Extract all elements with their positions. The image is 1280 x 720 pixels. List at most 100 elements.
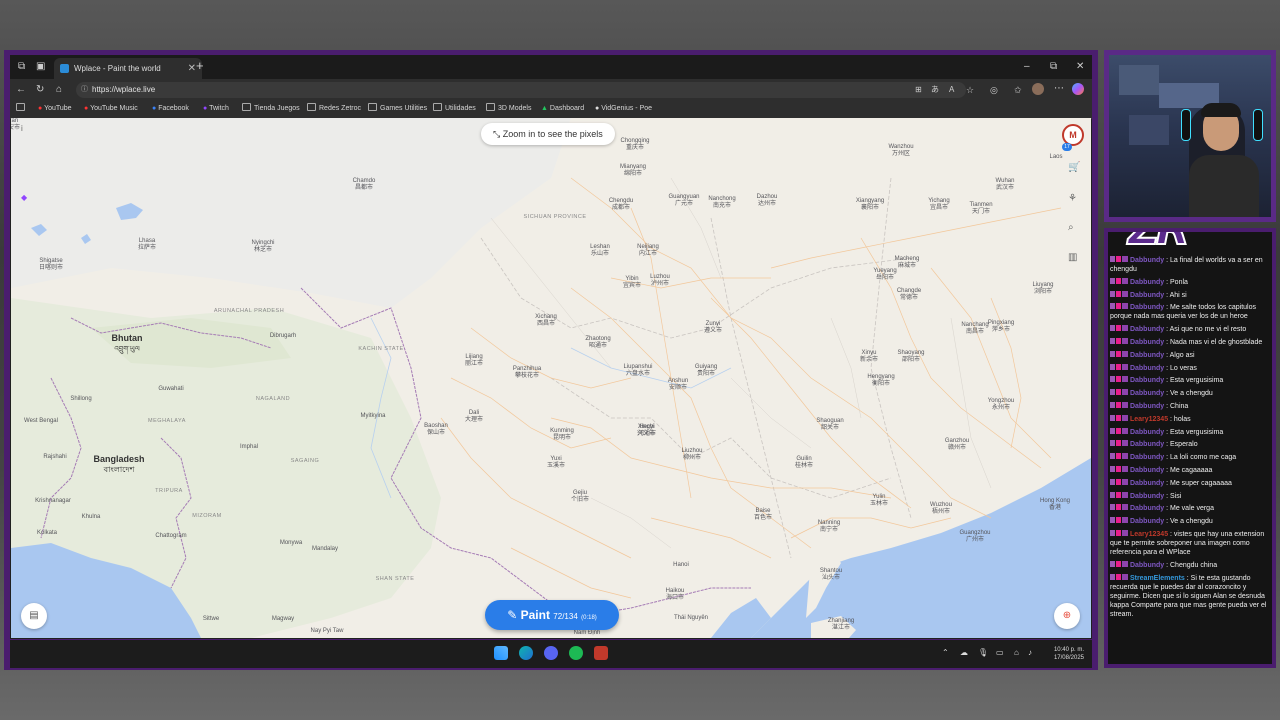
close-window-button[interactable]: ✕ (1076, 61, 1084, 73)
city-native-name: 绵阳市 (623, 171, 643, 177)
bookmark-folder-redes-zetroc[interactable]: Redes Zetroc (307, 103, 361, 115)
chat-username[interactable]: Dabbundy (1128, 493, 1164, 500)
extensions-icon[interactable]: ◎ (990, 84, 998, 96)
bookmark-twitch[interactable]: ● Twitch (203, 103, 229, 115)
profile-avatar[interactable] (1032, 83, 1044, 95)
chat-username[interactable]: Dabbundy (1128, 292, 1164, 299)
city-label: Xichang 西昌市 (535, 314, 557, 328)
city-label: Liupanshui 六盘水市 (623, 364, 652, 378)
bookmark-folder-3d-models[interactable]: 3D Models (486, 103, 531, 115)
clock[interactable]: 10:40 p. m. 17/08/2025 (1044, 646, 1084, 662)
chat-username[interactable]: Dabbundy (1128, 562, 1164, 569)
chat-username[interactable]: Dabbundy (1128, 257, 1164, 264)
workspaces-icon[interactable]: ⧉ (18, 61, 25, 73)
bookmark-folder-tienda-juegos[interactable]: Tienda Juegos (242, 103, 300, 115)
bookmarks-menu-icon[interactable] (16, 103, 28, 115)
display-icon[interactable]: ▭ (996, 649, 1004, 657)
chat-username[interactable]: Dabbundy (1128, 365, 1164, 372)
chat-username[interactable]: Dabbundy (1128, 390, 1164, 397)
tray-overflow-icon[interactable]: ⌃ (942, 649, 949, 657)
city-name: Zhanjiang (827, 618, 855, 624)
refresh-icon[interactable]: ↻ (36, 84, 44, 96)
app-available-icon[interactable]: ⊞ (915, 84, 922, 96)
tab-title: Wplace - Paint the world (74, 64, 161, 73)
city-name: Lijiang (465, 354, 483, 360)
read-aloud-icon[interactable]: A (949, 84, 954, 96)
chat-username[interactable]: Dabbundy (1128, 352, 1164, 359)
copilot-icon[interactable] (1072, 83, 1084, 95)
bookmark-youtube[interactable]: ● YouTube (38, 103, 72, 115)
chat-username[interactable]: Dabbundy (1128, 454, 1164, 461)
windows-start-icon[interactable] (494, 646, 508, 660)
bookmark-facebook[interactable]: ● Facebook (152, 103, 189, 115)
discord-icon[interactable] (544, 646, 558, 660)
search-location-icon[interactable]: ⌕ (1068, 222, 1074, 233)
city-name: Liupanshui (623, 364, 653, 370)
bookmark-dashboard[interactable]: ▲ Dashboard (541, 103, 584, 115)
url-input[interactable]: ⓘ https://wplace.live (76, 82, 966, 98)
chat-message: Dabbundy : Esta vergusisima (1110, 427, 1270, 437)
network-icon[interactable]: ⌂ (1014, 649, 1019, 657)
paint-button[interactable]: ✎ Paint 72/134 (0:18) (485, 600, 619, 630)
bookmark-folder-utilidades[interactable]: Utilidades (433, 103, 476, 115)
bookmark-vidgenius-poe[interactable]: ● VidGenius - Poe (595, 103, 652, 115)
bookmark-youtube-music[interactable]: ● YouTube Music (84, 103, 138, 115)
city-native-name: 个旧市 (570, 497, 590, 503)
new-tab-button[interactable]: + (196, 59, 204, 72)
chat-username[interactable]: Dabbundy (1128, 339, 1164, 346)
chat-message: Dabbundy : Lo veras (1110, 363, 1270, 373)
city-label: Yichang 宜昌市 (928, 198, 949, 212)
leaderboard-icon[interactable]: ▥ (1068, 252, 1077, 263)
streaming-app-icon[interactable] (594, 646, 608, 660)
map-layers-button[interactable]: ▤ (21, 603, 47, 629)
favorites-icon[interactable]: ✩ (1014, 84, 1022, 96)
translate-icon[interactable]: あ (931, 84, 939, 96)
volume-icon[interactable]: ♪ (1028, 649, 1032, 657)
city-label: Lhasa 拉萨市 (138, 238, 156, 252)
onedrive-icon[interactable]: ☁ (960, 649, 968, 657)
chat-username[interactable]: Dabbundy (1128, 505, 1164, 512)
chat-text: : Lo veras (1164, 364, 1197, 372)
world-map[interactable]: Bhutan འབྲུག་ཡུལ Bangladesh বাংলাদেশ ARUNA… (11, 118, 1091, 638)
alliance-icon[interactable]: ⚘ (1068, 193, 1077, 204)
city-label: Guwahati (158, 386, 183, 393)
chat-message: Dabbundy : Ve a chengdu (1110, 517, 1270, 526)
home-icon[interactable]: ⌂ (56, 84, 62, 96)
tab-close-icon[interactable]: ✕ (188, 58, 196, 79)
tab-wplace[interactable]: Wplace - Paint the world ✕ (54, 58, 202, 79)
store-cart-icon[interactable]: 🛒 (1068, 162, 1080, 173)
chat-username[interactable]: Dabbundy (1128, 279, 1164, 286)
city-name: Krishnanagar (35, 498, 71, 504)
chat-username[interactable]: Dabbundy (1128, 518, 1164, 525)
edge-icon[interactable] (519, 646, 533, 660)
chat-username[interactable]: StreamElements (1128, 575, 1185, 582)
city-name: Guiyang (694, 364, 718, 370)
chat-username[interactable]: Dabbundy (1128, 429, 1164, 436)
chat-username[interactable]: Dabbundy (1128, 403, 1164, 410)
chat-username[interactable]: Leary12345 (1128, 531, 1168, 538)
city-label: Shaoguan 韶关市 (816, 418, 843, 432)
back-icon[interactable]: ← (16, 84, 26, 96)
info-icon[interactable]: i (21, 124, 23, 133)
spotify-icon[interactable] (569, 646, 583, 660)
webcam-feed (1109, 55, 1271, 217)
tab-actions-icon[interactable]: ▣ (36, 61, 45, 73)
chat-username[interactable]: Dabbundy (1128, 480, 1164, 487)
minimize-button[interactable]: – (1024, 61, 1030, 73)
chat-username[interactable]: Dabbundy (1128, 441, 1164, 448)
restore-button[interactable]: ⧉ (1050, 61, 1057, 73)
region-label: MIZORAM (192, 513, 222, 519)
favorite-star-icon[interactable]: ☆ (966, 84, 974, 96)
chat-username[interactable]: Dabbundy (1128, 326, 1164, 333)
city-label: Krishnanagar (35, 498, 71, 505)
more-options-icon[interactable]: ⋯ (1054, 83, 1064, 95)
chat-badges-icon (1110, 401, 1128, 408)
chat-username[interactable]: Dabbundy (1128, 304, 1164, 311)
bookmark-folder-games-utilities[interactable]: Games Utilities (368, 103, 427, 115)
locate-me-button[interactable]: ⊕ (1054, 603, 1080, 629)
site-info-icon[interactable]: ⓘ (81, 82, 88, 98)
chat-username[interactable]: Dabbundy (1128, 467, 1164, 474)
chat-username[interactable]: Dabbundy (1128, 377, 1164, 384)
chat-username[interactable]: Leary12345 (1128, 416, 1168, 423)
microphone-icon[interactable]: 🎙 (978, 649, 988, 657)
